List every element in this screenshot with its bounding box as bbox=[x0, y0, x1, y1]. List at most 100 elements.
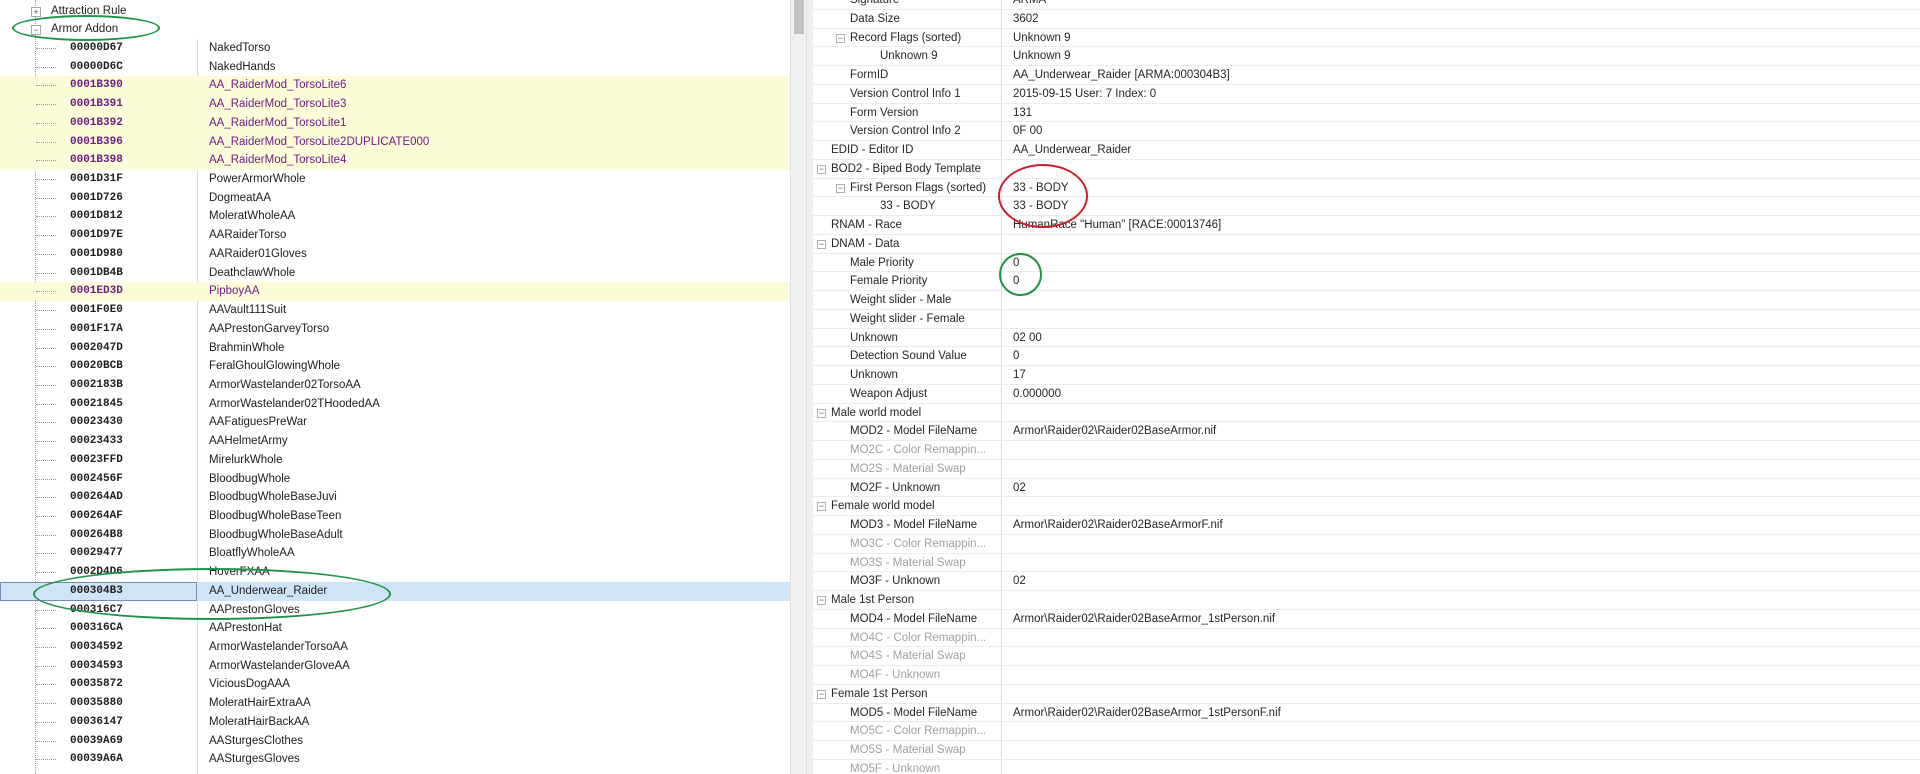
record-field-row[interactable]: − Female world model bbox=[813, 497, 1920, 516]
collapse-minus-icon[interactable]: − bbox=[817, 596, 826, 605]
record-field-row[interactable]: Female Priority 0 bbox=[813, 272, 1920, 291]
record-field-row[interactable]: MO5S - Material Swap bbox=[813, 741, 1920, 760]
table-row[interactable]: 0002183B ArmorWastelander02TorsoAA bbox=[0, 376, 790, 395]
table-row[interactable]: 0002D4D6 HoverFXAA bbox=[0, 563, 790, 582]
record-field-row[interactable]: MOD5 - Model FileName Armor\Raider02\Raid… bbox=[813, 704, 1920, 723]
collapse-minus-icon[interactable]: − bbox=[817, 408, 826, 418]
collapse-minus-icon[interactable]: − bbox=[817, 689, 826, 699]
record-field-row[interactable]: − BOD2 - Biped Body Template bbox=[813, 160, 1920, 179]
table-row[interactable]: 00023FFD MirelurkWhole bbox=[0, 451, 790, 470]
record-field-row[interactable]: 33 - BODY 33 - BODY bbox=[813, 197, 1920, 216]
table-row[interactable]: 00036147 MoleratHairBackAA bbox=[0, 713, 790, 732]
record-field-row[interactable]: Unknown 02 00 bbox=[813, 329, 1920, 348]
record-field-row[interactable]: Unknown 17 bbox=[813, 366, 1920, 385]
table-row[interactable]: 0001B396 AA_RaiderMod_TorsoLite2DUPLICATE… bbox=[0, 132, 790, 152]
table-row[interactable]: 0001B392 AA_RaiderMod_TorsoLite1 bbox=[0, 113, 790, 133]
table-row[interactable]: 00020BCB FeralGhoulGlowingWhole bbox=[0, 357, 790, 376]
record-field-row[interactable]: Weapon Adjust 0.000000 bbox=[813, 385, 1920, 404]
table-row[interactable]: 0002047D BrahminWhole bbox=[0, 339, 790, 358]
table-row[interactable]: 0001D812 MoleratWholeAA bbox=[0, 207, 790, 226]
record-field-row[interactable]: MOD2 - Model FileName Armor\Raider02\Raid… bbox=[813, 422, 1920, 441]
record-field-row[interactable]: Unknown 9 Unknown 9 bbox=[813, 47, 1920, 66]
table-row[interactable]: 0001DB4B DeathclawWhole bbox=[0, 264, 790, 283]
table-row[interactable]: 00039A69 AASturgesClothes bbox=[0, 732, 790, 751]
scrollbar-thumb[interactable] bbox=[794, 0, 804, 34]
expand-plus-icon[interactable]: + bbox=[31, 7, 41, 17]
table-row[interactable]: 00034593 ArmorWastelanderGloveAA bbox=[0, 657, 790, 676]
record-field-row[interactable]: Version Control Info 2 0F 00 bbox=[813, 122, 1920, 141]
record-field-row[interactable]: EDID - Editor ID AA_Underwear_Raider bbox=[813, 141, 1920, 160]
record-field-row[interactable]: MO4F - Unknown bbox=[813, 666, 1920, 685]
table-row[interactable]: 00035880 MoleratHairExtraAA bbox=[0, 694, 790, 713]
table-row[interactable]: 00021845 ArmorWastelander02THoodedAA bbox=[0, 395, 790, 414]
collapse-minus-icon[interactable]: − bbox=[31, 25, 41, 35]
collapse-minus-icon[interactable]: − bbox=[817, 239, 826, 249]
collapse-minus-icon[interactable]: − bbox=[817, 502, 826, 512]
table-row[interactable]: 00000D6C NakedHands bbox=[0, 58, 790, 77]
record-field-row[interactable]: Male Priority 0 bbox=[813, 254, 1920, 273]
table-row[interactable]: 0001B398 AA_RaiderMod_TorsoLite4 bbox=[0, 151, 790, 171]
table-row[interactable]: 0001D31F PowerArmorWhole bbox=[0, 170, 790, 189]
record-field-row[interactable]: MOD4 - Model FileName Armor\Raider02\Raid… bbox=[813, 610, 1920, 629]
record-field-row[interactable]: MO5F - Unknown bbox=[813, 760, 1920, 774]
table-row[interactable]: 000264AF BloodbugWholeBaseTeen bbox=[0, 507, 790, 526]
record-field-row[interactable]: MO4C - Color Remappin... bbox=[813, 629, 1920, 648]
table-row[interactable]: 0001F17A AAPrestonGarveyTorso bbox=[0, 320, 790, 339]
record-field-row[interactable]: Signature ARMA bbox=[813, 0, 1920, 10]
table-row[interactable]: 00029477 BloatflyWholeAA bbox=[0, 544, 790, 563]
collapse-minus-icon[interactable]: − bbox=[836, 183, 845, 193]
field-name: MO5F - Unknown bbox=[850, 762, 941, 774]
record-field-row[interactable]: MO2F - Unknown 02 bbox=[813, 479, 1920, 498]
record-field-row[interactable]: − Female 1st Person bbox=[813, 685, 1920, 704]
table-row[interactable]: 0001B391 AA_RaiderMod_TorsoLite3 bbox=[0, 95, 790, 114]
record-field-row[interactable]: MO4S - Material Swap bbox=[813, 647, 1920, 666]
collapse-minus-icon[interactable]: − bbox=[817, 164, 826, 174]
record-field-row[interactable]: − Male world model bbox=[813, 404, 1920, 423]
vertical-scrollbar[interactable] bbox=[790, 0, 807, 774]
tree-node-attraction-rule[interactable]: + Attraction Rule bbox=[0, 2, 790, 21]
field-name: First Person Flags (sorted) bbox=[850, 181, 987, 194]
table-row[interactable]: 000304B3 AA_Underwear_Raider bbox=[0, 581, 790, 601]
field-value: Armor\Raider02\Raider02BaseArmor.nif bbox=[1013, 425, 1217, 438]
table-row[interactable]: 000316CA AAPrestonHat bbox=[0, 619, 790, 638]
record-field-row[interactable]: − Male 1st Person bbox=[813, 591, 1920, 610]
record-field-row[interactable]: − DNAM - Data bbox=[813, 235, 1920, 254]
record-field-row[interactable]: MO5C - Color Remappin... bbox=[813, 722, 1920, 741]
table-row[interactable]: 0001ED3D PipboyAA bbox=[0, 282, 790, 302]
table-row[interactable]: 00035872 ViciousDogAAA bbox=[0, 675, 790, 694]
table-row[interactable]: 0001F0E0 AAVault111Suit bbox=[0, 301, 790, 320]
record-field-row[interactable]: Weight slider - Male bbox=[813, 291, 1920, 310]
table-row[interactable]: 0002456F BloodbugWhole bbox=[0, 470, 790, 489]
record-field-row[interactable]: Form Version 131 bbox=[813, 104, 1920, 123]
record-field-row[interactable]: MOD3 - Model FileName Armor\Raider02\Raid… bbox=[813, 516, 1920, 535]
table-row[interactable]: 00039A6A AASturgesGloves bbox=[0, 750, 790, 769]
tree-node-armor-addon[interactable]: − Armor Addon bbox=[0, 20, 790, 39]
table-row[interactable]: 000316C7 AAPrestonGloves bbox=[0, 601, 790, 620]
record-field-row[interactable]: FormID AA_Underwear_Raider [ARMA:000304B3… bbox=[813, 66, 1920, 85]
record-field-row[interactable]: − Record Flags (sorted) Unknown 9 bbox=[813, 29, 1920, 48]
table-row[interactable]: 00000D67 NakedTorso bbox=[0, 39, 790, 58]
table-row[interactable]: 00023430 AAFatiguesPreWar bbox=[0, 413, 790, 432]
record-field-row[interactable]: MO2C - Color Remappin... bbox=[813, 441, 1920, 460]
table-row[interactable]: 0001B390 AA_RaiderMod_TorsoLite6 bbox=[0, 76, 790, 96]
collapse-minus-icon[interactable]: − bbox=[836, 33, 845, 43]
table-row[interactable]: 0001D726 DogmeatAA bbox=[0, 189, 790, 208]
record-field-row[interactable]: Detection Sound Value 0 bbox=[813, 347, 1920, 366]
table-row[interactable]: 0001D980 AARaider01Gloves bbox=[0, 245, 790, 264]
record-field-row[interactable]: Weight slider - Female bbox=[813, 310, 1920, 329]
record-field-row[interactable]: Version Control Info 1 2015-09-15 User: 7… bbox=[813, 85, 1920, 104]
record-tree-pane[interactable]: + Attraction Rule − Armor Addon 00000D67… bbox=[0, 0, 790, 774]
record-view-pane[interactable]: Signature ARMA Data Size 3602− Record Flags … bbox=[813, 0, 1920, 774]
table-row[interactable]: 000264B8 BloodbugWholeBaseAdult bbox=[0, 526, 790, 545]
table-row[interactable]: 000264AD BloodbugWholeBaseJuvi bbox=[0, 488, 790, 507]
table-row[interactable]: 00034592 ArmorWastelanderTorsoAA bbox=[0, 638, 790, 657]
record-field-row[interactable]: Data Size 3602 bbox=[813, 10, 1920, 29]
record-field-row[interactable]: MO3F - Unknown 02 bbox=[813, 572, 1920, 591]
record-field-row[interactable]: RNAM - Race HumanRace "Human" [RACE:00013… bbox=[813, 216, 1920, 235]
record-field-row[interactable]: MO2S - Material Swap bbox=[813, 460, 1920, 479]
table-row[interactable]: 00023433 AAHelmetArmy bbox=[0, 432, 790, 451]
record-field-row[interactable]: MO3C - Color Remappin... bbox=[813, 535, 1920, 554]
record-field-row[interactable]: − First Person Flags (sorted) 33 - BODY bbox=[813, 179, 1920, 198]
record-field-row[interactable]: MO3S - Material Swap bbox=[813, 554, 1920, 573]
table-row[interactable]: 0001D97E AARaiderTorso bbox=[0, 226, 790, 245]
